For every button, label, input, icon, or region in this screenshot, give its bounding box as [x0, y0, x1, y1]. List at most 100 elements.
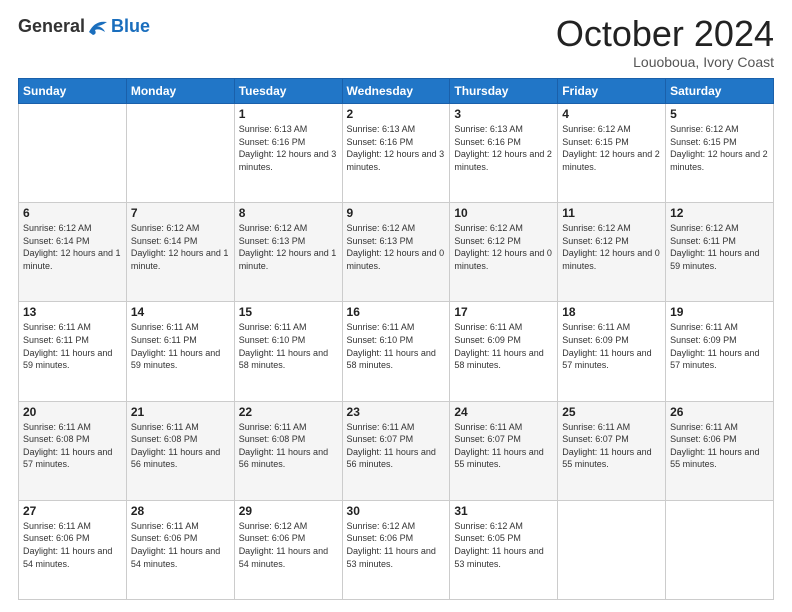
day-info: Sunrise: 6:11 AMSunset: 6:07 PMDaylight:… [562, 421, 661, 471]
day-header-friday: Friday [558, 79, 666, 104]
calendar-week-row: 6Sunrise: 6:12 AMSunset: 6:14 PMDaylight… [19, 203, 774, 302]
day-info: Sunrise: 6:11 AMSunset: 6:09 PMDaylight:… [562, 321, 661, 371]
calendar-week-row: 20Sunrise: 6:11 AMSunset: 6:08 PMDayligh… [19, 401, 774, 500]
calendar-day-25: 25 Sunrise: 6:11 AMSunset: 6:07 PMDayligh… [558, 401, 666, 500]
day-info: Sunrise: 6:13 AMSunset: 6:16 PMDaylight:… [239, 123, 338, 173]
day-info: Sunrise: 6:12 AMSunset: 6:14 PMDaylight:… [23, 222, 122, 272]
calendar-table: SundayMondayTuesdayWednesdayThursdayFrid… [18, 78, 774, 600]
day-info: Sunrise: 6:11 AMSunset: 6:11 PMDaylight:… [23, 321, 122, 371]
day-info: Sunrise: 6:11 AMSunset: 6:08 PMDaylight:… [23, 421, 122, 471]
day-info: Sunrise: 6:12 AMSunset: 6:15 PMDaylight:… [562, 123, 661, 173]
day-info: Sunrise: 6:11 AMSunset: 6:07 PMDaylight:… [347, 421, 446, 471]
day-number: 31 [454, 504, 553, 518]
header: General Blue October 2024 Louoboua, Ivor… [18, 16, 774, 70]
calendar-day-15: 15 Sunrise: 6:11 AMSunset: 6:10 PMDayligh… [234, 302, 342, 401]
day-info: Sunrise: 6:11 AMSunset: 6:06 PMDaylight:… [23, 520, 122, 570]
logo-blue-text: Blue [111, 16, 150, 37]
day-number: 27 [23, 504, 122, 518]
calendar-day-14: 14Sunrise: 6:11 AMSunset: 6:11 PMDayligh… [126, 302, 234, 401]
day-header-monday: Monday [126, 79, 234, 104]
day-number: 30 [347, 504, 446, 518]
calendar-day-7: 7 Sunrise: 6:12 AMSunset: 6:14 PMDaylight… [126, 203, 234, 302]
day-info: Sunrise: 6:11 AMSunset: 6:10 PMDaylight:… [239, 321, 338, 371]
calendar-empty-cell [19, 104, 127, 203]
calendar-week-row: 13 Sunrise: 6:11 AMSunset: 6:11 PMDayligh… [19, 302, 774, 401]
day-info: Sunrise: 6:13 AMSunset: 6:16 PMDaylight:… [347, 123, 446, 173]
calendar-day-10: 10 Sunrise: 6:12 AMSunset: 6:12 PMDayligh… [450, 203, 558, 302]
day-info: Sunrise: 6:12 AMSunset: 6:14 PMDaylight:… [131, 222, 230, 272]
logo-bird-icon [87, 18, 109, 36]
day-info: Sunrise: 6:12 AMSunset: 6:12 PMDaylight:… [454, 222, 553, 272]
day-number: 12 [670, 206, 769, 220]
day-info: Sunrise: 6:11 AMSunset: 6:08 PMDaylight:… [131, 421, 230, 471]
month-title: October 2024 [556, 16, 774, 52]
calendar-day-4: 4Sunrise: 6:12 AMSunset: 6:15 PMDaylight… [558, 104, 666, 203]
day-number: 28 [131, 504, 230, 518]
page: General Blue October 2024 Louoboua, Ivor… [0, 0, 792, 612]
day-header-tuesday: Tuesday [234, 79, 342, 104]
day-number: 15 [239, 305, 338, 319]
calendar-week-row: 1 Sunrise: 6:13 AMSunset: 6:16 PMDaylight… [19, 104, 774, 203]
calendar-day-22: 22 Sunrise: 6:11 AMSunset: 6:08 PMDayligh… [234, 401, 342, 500]
calendar-day-2: 2 Sunrise: 6:13 AMSunset: 6:16 PMDaylight… [342, 104, 450, 203]
day-number: 2 [347, 107, 446, 121]
day-info: Sunrise: 6:11 AMSunset: 6:06 PMDaylight:… [131, 520, 230, 570]
day-number: 10 [454, 206, 553, 220]
calendar-day-29: 29Sunrise: 6:12 AMSunset: 6:06 PMDayligh… [234, 500, 342, 599]
calendar-day-24: 24Sunrise: 6:11 AMSunset: 6:07 PMDayligh… [450, 401, 558, 500]
calendar-day-13: 13 Sunrise: 6:11 AMSunset: 6:11 PMDayligh… [19, 302, 127, 401]
day-info: Sunrise: 6:12 AMSunset: 6:06 PMDaylight:… [347, 520, 446, 570]
calendar-day-11: 11Sunrise: 6:12 AMSunset: 6:12 PMDayligh… [558, 203, 666, 302]
calendar-week-row: 27 Sunrise: 6:11 AMSunset: 6:06 PMDayligh… [19, 500, 774, 599]
day-number: 5 [670, 107, 769, 121]
calendar-day-26: 26 Sunrise: 6:11 AMSunset: 6:06 PMDayligh… [666, 401, 774, 500]
logo-general-text: General [18, 16, 85, 37]
calendar-day-18: 18 Sunrise: 6:11 AMSunset: 6:09 PMDayligh… [558, 302, 666, 401]
calendar-day-20: 20Sunrise: 6:11 AMSunset: 6:08 PMDayligh… [19, 401, 127, 500]
calendar-day-6: 6Sunrise: 6:12 AMSunset: 6:14 PMDaylight… [19, 203, 127, 302]
day-number: 8 [239, 206, 338, 220]
day-info: Sunrise: 6:11 AMSunset: 6:06 PMDaylight:… [670, 421, 769, 471]
title-area: October 2024 Louoboua, Ivory Coast [556, 16, 774, 70]
calendar-empty-cell [558, 500, 666, 599]
day-number: 1 [239, 107, 338, 121]
day-header-sunday: Sunday [19, 79, 127, 104]
day-info: Sunrise: 6:12 AMSunset: 6:12 PMDaylight:… [562, 222, 661, 272]
day-number: 23 [347, 405, 446, 419]
day-number: 21 [131, 405, 230, 419]
logo-text: General Blue [18, 16, 150, 37]
day-number: 13 [23, 305, 122, 319]
day-number: 9 [347, 206, 446, 220]
calendar-day-27: 27 Sunrise: 6:11 AMSunset: 6:06 PMDayligh… [19, 500, 127, 599]
day-number: 3 [454, 107, 553, 121]
day-info: Sunrise: 6:11 AMSunset: 6:10 PMDaylight:… [347, 321, 446, 371]
day-number: 19 [670, 305, 769, 319]
day-info: Sunrise: 6:11 AMSunset: 6:08 PMDaylight:… [239, 421, 338, 471]
day-number: 18 [562, 305, 661, 319]
day-header-thursday: Thursday [450, 79, 558, 104]
calendar-day-3: 3Sunrise: 6:13 AMSunset: 6:16 PMDaylight… [450, 104, 558, 203]
day-number: 25 [562, 405, 661, 419]
calendar-day-28: 28 Sunrise: 6:11 AMSunset: 6:06 PMDayligh… [126, 500, 234, 599]
day-number: 17 [454, 305, 553, 319]
calendar-day-23: 23 Sunrise: 6:11 AMSunset: 6:07 PMDayligh… [342, 401, 450, 500]
day-info: Sunrise: 6:12 AMSunset: 6:13 PMDaylight:… [239, 222, 338, 272]
day-number: 22 [239, 405, 338, 419]
calendar-day-16: 16Sunrise: 6:11 AMSunset: 6:10 PMDayligh… [342, 302, 450, 401]
day-info: Sunrise: 6:12 AMSunset: 6:05 PMDaylight:… [454, 520, 553, 570]
day-number: 29 [239, 504, 338, 518]
day-number: 7 [131, 206, 230, 220]
calendar-empty-cell [126, 104, 234, 203]
day-info: Sunrise: 6:11 AMSunset: 6:09 PMDaylight:… [670, 321, 769, 371]
day-number: 26 [670, 405, 769, 419]
logo-area: General Blue [18, 16, 150, 37]
location-subtitle: Louoboua, Ivory Coast [556, 54, 774, 70]
calendar-day-8: 8 Sunrise: 6:12 AMSunset: 6:13 PMDaylight… [234, 203, 342, 302]
day-info: Sunrise: 6:11 AMSunset: 6:09 PMDaylight:… [454, 321, 553, 371]
day-header-wednesday: Wednesday [342, 79, 450, 104]
calendar-day-9: 9Sunrise: 6:12 AMSunset: 6:13 PMDaylight… [342, 203, 450, 302]
day-info: Sunrise: 6:11 AMSunset: 6:07 PMDaylight:… [454, 421, 553, 471]
calendar-day-5: 5Sunrise: 6:12 AMSunset: 6:15 PMDaylight… [666, 104, 774, 203]
calendar-day-21: 21 Sunrise: 6:11 AMSunset: 6:08 PMDayligh… [126, 401, 234, 500]
calendar-day-12: 12Sunrise: 6:12 AMSunset: 6:11 PMDayligh… [666, 203, 774, 302]
